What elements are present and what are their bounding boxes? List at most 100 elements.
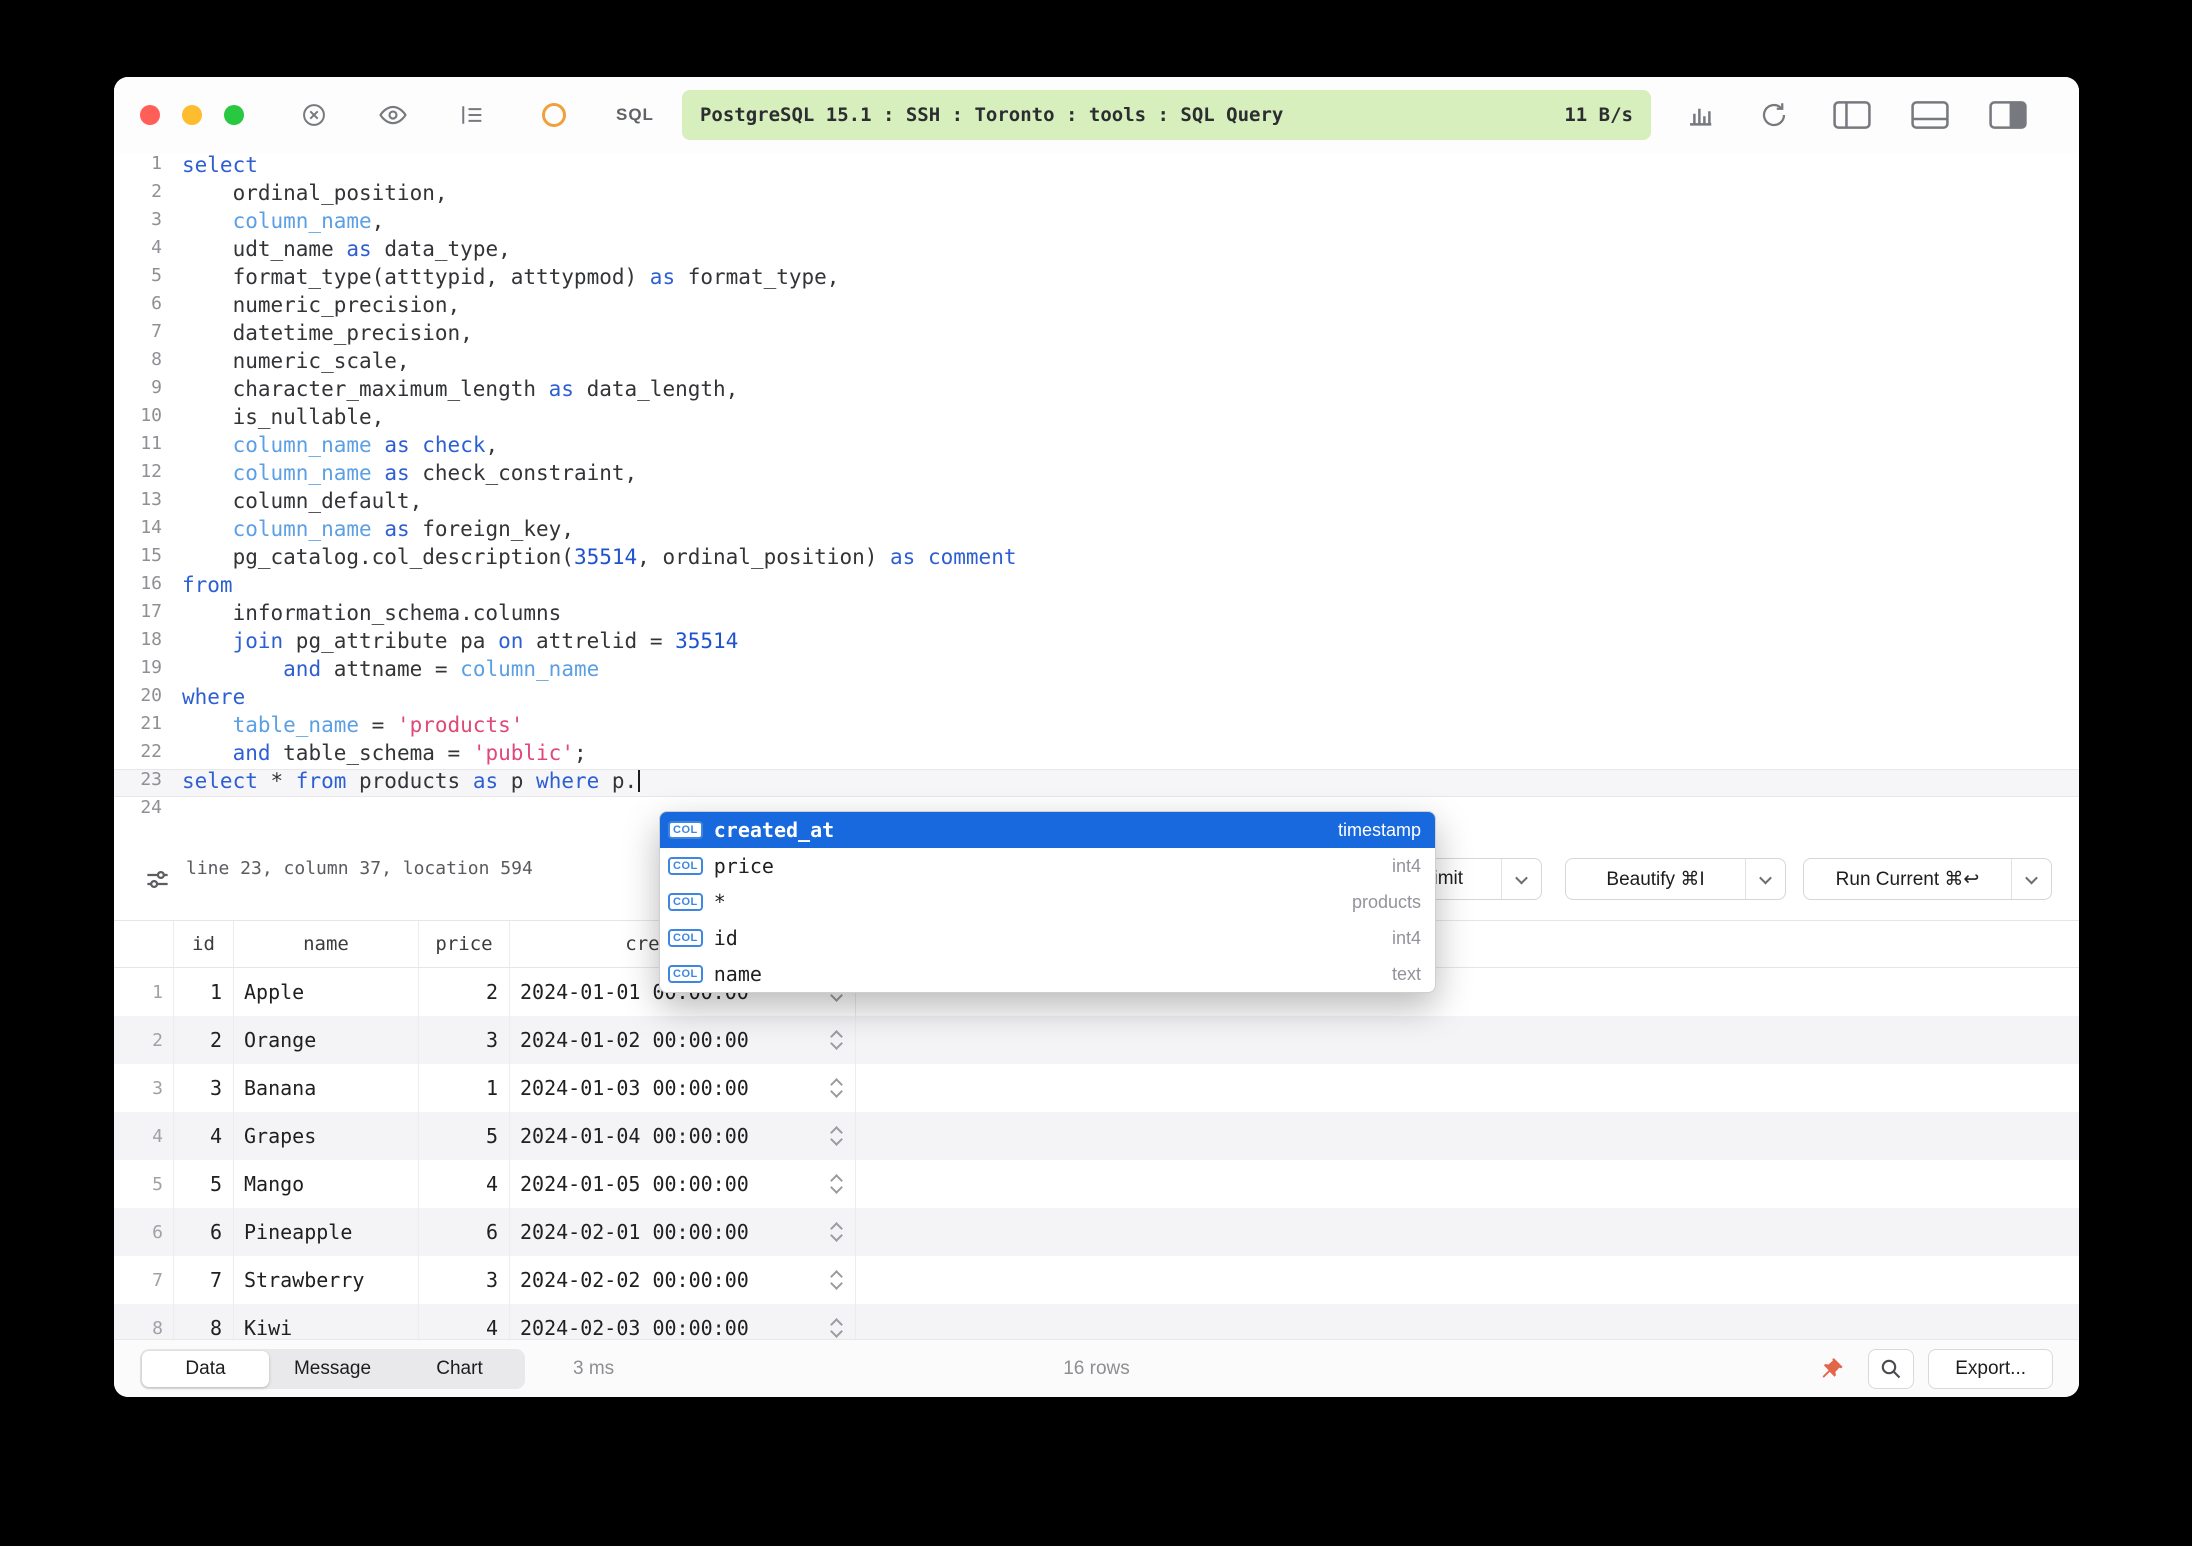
export-button[interactable]: Export... [1928, 1349, 2053, 1389]
cell-id[interactable]: 7 [174, 1256, 234, 1304]
table-row[interactable]: 22Orange32024-01-02 00:00:00 [114, 1016, 2079, 1064]
cell-name[interactable]: Strawberry [234, 1256, 419, 1304]
cell-price[interactable]: 6 [419, 1208, 510, 1256]
cell-price[interactable]: 5 [419, 1112, 510, 1160]
datetime-stepper-icon[interactable] [829, 1172, 843, 1196]
filter-sliders-icon[interactable] [144, 866, 171, 898]
column-header-price[interactable]: price [419, 921, 510, 967]
datetime-stepper-icon[interactable] [829, 1076, 843, 1100]
query-log-icon[interactable] [458, 101, 486, 129]
cell-id[interactable]: 8 [174, 1304, 234, 1339]
code-line[interactable]: 2 ordinal_position, [114, 181, 2079, 209]
code-line[interactable]: 5 format_type(atttypid, atttypmod) as fo… [114, 265, 2079, 293]
cell-created-at[interactable]: 2024-01-03 00:00:00 [510, 1064, 856, 1112]
code-line[interactable]: 1select [114, 153, 2079, 181]
code-line[interactable]: 12 column_name as check_constraint, [114, 461, 2079, 489]
chevron-down-icon[interactable] [2011, 859, 2051, 899]
cancel-query-icon[interactable] [300, 101, 328, 129]
toggle-left-panel-icon[interactable] [1833, 100, 1871, 130]
code-line[interactable]: 22 and table_schema = 'public'; [114, 741, 2079, 769]
cell-price[interactable]: 2 [419, 968, 510, 1016]
table-row[interactable]: 55Mango42024-01-05 00:00:00 [114, 1160, 2079, 1208]
cell-created-at[interactable]: 2024-02-03 00:00:00 [510, 1304, 856, 1339]
cell-price[interactable]: 4 [419, 1160, 510, 1208]
table-row[interactable]: 44Grapes52024-01-04 00:00:00 [114, 1112, 2079, 1160]
cell-created-at[interactable]: 2024-01-05 00:00:00 [510, 1160, 856, 1208]
cell-name[interactable]: Orange [234, 1016, 419, 1064]
cell-price[interactable]: 3 [419, 1256, 510, 1304]
code-line[interactable]: 11 column_name as check, [114, 433, 2079, 461]
code-line[interactable]: 14 column_name as foreign_key, [114, 517, 2079, 545]
code-line[interactable]: 21 table_name = 'products' [114, 713, 2079, 741]
cell-created-at[interactable]: 2024-02-02 00:00:00 [510, 1256, 856, 1304]
cell-created-at[interactable]: 2024-01-02 00:00:00 [510, 1016, 856, 1064]
autocomplete-item[interactable]: COLnametext [660, 956, 1435, 992]
tab-chart[interactable]: Chart [396, 1351, 523, 1387]
column-header-name[interactable]: name [234, 921, 419, 967]
tab-message[interactable]: Message [269, 1351, 396, 1387]
autocomplete-item[interactable]: COLcreated_attimestamp [660, 812, 1435, 848]
datetime-stepper-icon[interactable] [829, 1220, 843, 1244]
datetime-stepper-icon[interactable] [829, 1028, 843, 1052]
chevron-down-icon[interactable] [1501, 859, 1541, 899]
cell-id[interactable]: 1 [174, 968, 234, 1016]
cell-price[interactable]: 3 [419, 1016, 510, 1064]
toggle-bottom-panel-icon[interactable] [1911, 100, 1949, 130]
cell-name[interactable]: Grapes [234, 1112, 419, 1160]
code-line[interactable]: 13 column_default, [114, 489, 2079, 517]
cell-id[interactable]: 3 [174, 1064, 234, 1112]
table-row[interactable]: 33Banana12024-01-03 00:00:00 [114, 1064, 2079, 1112]
autocomplete-item[interactable]: COLpriceint4 [660, 848, 1435, 884]
cell-created-at[interactable]: 2024-02-01 00:00:00 [510, 1208, 856, 1256]
minimize-window-button[interactable] [182, 105, 202, 125]
datetime-stepper-icon[interactable] [829, 1316, 843, 1339]
code-line[interactable]: 20where [114, 685, 2079, 713]
zoom-window-button[interactable] [224, 105, 244, 125]
code-line[interactable]: 10 is_nullable, [114, 405, 2079, 433]
sql-editor[interactable]: 1select2 ordinal_position,3 column_name,… [114, 153, 2079, 825]
cell-created-at[interactable]: 2024-01-04 00:00:00 [510, 1112, 856, 1160]
autocomplete-item[interactable]: COL*products [660, 884, 1435, 920]
code-line[interactable]: 4 udt_name as data_type, [114, 237, 2079, 265]
table-row[interactable]: 77Strawberry32024-02-02 00:00:00 [114, 1256, 2079, 1304]
preview-eye-icon[interactable] [378, 100, 408, 130]
autocomplete-item[interactable]: COLidint4 [660, 920, 1435, 956]
code-line[interactable]: 18 join pg_attribute pa on attrelid = 35… [114, 629, 2079, 657]
chart-icon[interactable] [1685, 100, 1715, 130]
cell-id[interactable]: 6 [174, 1208, 234, 1256]
code-line[interactable]: 15 pg_catalog.col_description(35514, ord… [114, 545, 2079, 573]
code-line[interactable]: 23select * from products as p where p. [114, 769, 2079, 797]
code-line[interactable]: 7 datetime_precision, [114, 321, 2079, 349]
cell-id[interactable]: 2 [174, 1016, 234, 1064]
code-line[interactable]: 19 and attname = column_name [114, 657, 2079, 685]
code-line[interactable]: 8 numeric_scale, [114, 349, 2079, 377]
cell-name[interactable]: Apple [234, 968, 419, 1016]
cell-name[interactable]: Kiwi [234, 1304, 419, 1339]
table-row[interactable]: 88Kiwi42024-02-03 00:00:00 [114, 1304, 2079, 1339]
cell-price[interactable]: 1 [419, 1064, 510, 1112]
toggle-right-panel-icon[interactable] [1989, 100, 2027, 130]
pin-result-button[interactable] [1810, 1349, 1854, 1389]
chevron-down-icon[interactable] [1745, 859, 1785, 899]
cell-name[interactable]: Pineapple [234, 1208, 419, 1256]
column-header-id[interactable]: id [174, 921, 234, 967]
cell-id[interactable]: 5 [174, 1160, 234, 1208]
datetime-stepper-icon[interactable] [829, 1268, 843, 1292]
code-line[interactable]: 9 character_maximum_length as data_lengt… [114, 377, 2079, 405]
refresh-icon[interactable] [1759, 100, 1789, 130]
close-window-button[interactable] [140, 105, 160, 125]
run-current-button[interactable]: Run Current ⌘↩ [1803, 858, 2052, 900]
cell-name[interactable]: Banana [234, 1064, 419, 1112]
cell-price[interactable]: 4 [419, 1304, 510, 1339]
code-line[interactable]: 6 numeric_precision, [114, 293, 2079, 321]
cell-id[interactable]: 4 [174, 1112, 234, 1160]
code-line[interactable]: 3 column_name, [114, 209, 2079, 237]
cell-name[interactable]: Mango [234, 1160, 419, 1208]
beautify-button[interactable]: Beautify ⌘I [1565, 858, 1786, 900]
tab-data[interactable]: Data [142, 1351, 269, 1387]
code-line[interactable]: 17 information_schema.columns [114, 601, 2079, 629]
datetime-stepper-icon[interactable] [829, 1124, 843, 1148]
search-results-button[interactable] [1868, 1349, 1914, 1389]
code-line[interactable]: 16from [114, 573, 2079, 601]
table-row[interactable]: 66Pineapple62024-02-01 00:00:00 [114, 1208, 2079, 1256]
